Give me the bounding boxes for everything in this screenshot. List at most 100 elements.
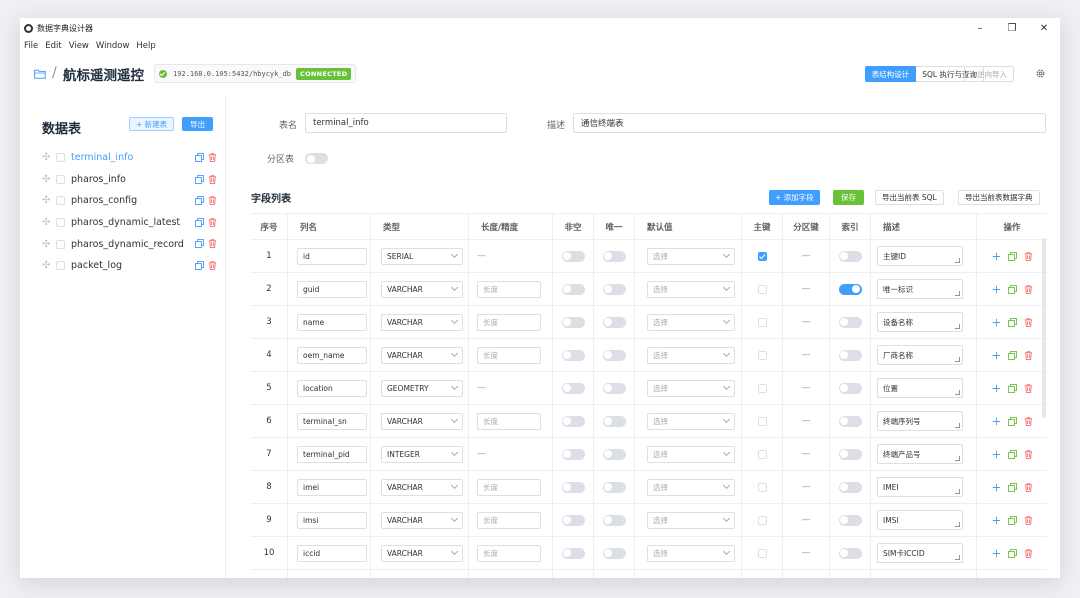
delete-icon[interactable] xyxy=(1024,284,1033,294)
drag-handle-icon[interactable]: ✣ xyxy=(42,195,56,206)
description-textarea[interactable]: 位置 xyxy=(877,378,963,398)
not-null-switch[interactable] xyxy=(561,283,585,295)
drag-handle-icon[interactable]: ✣ xyxy=(42,260,56,271)
default-select[interactable]: 选择 xyxy=(647,379,735,397)
type-select[interactable]: VARCHAR xyxy=(381,478,463,496)
unique-switch[interactable] xyxy=(602,349,626,361)
primary-key-checkbox[interactable] xyxy=(757,284,767,294)
copy-icon[interactable] xyxy=(1007,284,1017,294)
not-null-switch[interactable] xyxy=(561,514,585,526)
not-null-switch[interactable] xyxy=(561,250,585,262)
length-input[interactable]: 长度 xyxy=(477,346,541,364)
export-dictionary-button[interactable]: 导出当前表数据字典 xyxy=(958,190,1040,205)
copy-icon[interactable] xyxy=(1007,449,1017,459)
export-button[interactable]: 导出 xyxy=(182,117,213,131)
column-name-input[interactable]: iccid xyxy=(297,544,367,562)
unique-switch[interactable] xyxy=(602,547,626,559)
type-select[interactable]: VARCHAR xyxy=(381,511,463,529)
copy-icon[interactable] xyxy=(1007,383,1017,393)
length-input[interactable]: 长度 xyxy=(477,511,541,529)
index-switch[interactable] xyxy=(838,415,862,427)
not-null-switch[interactable] xyxy=(561,415,585,427)
type-select[interactable]: SERIAL xyxy=(381,247,463,265)
copy-icon[interactable] xyxy=(195,217,204,227)
copy-icon[interactable] xyxy=(195,196,204,206)
sidebar-item-pharos_info[interactable]: ✣ pharos_info xyxy=(42,169,220,191)
table-checkbox[interactable] xyxy=(56,261,65,271)
default-select[interactable]: 选择 xyxy=(647,313,735,331)
delete-icon[interactable] xyxy=(1024,350,1033,360)
copy-icon[interactable] xyxy=(1007,350,1017,360)
not-null-switch[interactable] xyxy=(561,481,585,493)
menu-view[interactable]: View xyxy=(69,41,89,51)
unique-switch[interactable] xyxy=(602,415,626,427)
delete-icon[interactable] xyxy=(208,174,217,184)
default-select[interactable]: 选择 xyxy=(647,544,735,562)
unique-switch[interactable] xyxy=(602,448,626,460)
description-textarea[interactable]: 设备名称 xyxy=(877,312,963,332)
description-textarea[interactable]: 终端序列号 xyxy=(877,411,963,431)
add-icon[interactable] xyxy=(992,549,1001,558)
type-select[interactable]: VARCHAR xyxy=(381,313,463,331)
delete-icon[interactable] xyxy=(1024,548,1033,558)
delete-icon[interactable] xyxy=(208,196,217,206)
add-icon[interactable] xyxy=(992,384,1001,393)
unique-switch[interactable] xyxy=(602,481,626,493)
delete-icon[interactable] xyxy=(1024,449,1033,459)
length-input[interactable]: 长度 xyxy=(477,280,541,298)
type-select[interactable]: VARCHAR xyxy=(381,280,463,298)
sidebar-item-packet_log[interactable]: ✣ packet_log xyxy=(42,255,220,277)
copy-icon[interactable] xyxy=(195,239,204,249)
partition-switch[interactable] xyxy=(305,153,328,164)
not-null-switch[interactable] xyxy=(561,316,585,328)
primary-key-checkbox[interactable] xyxy=(757,548,767,558)
menu-help[interactable]: Help xyxy=(136,41,155,51)
add-field-button[interactable]: + 添加字段 xyxy=(769,190,820,205)
minimize-button[interactable]: – xyxy=(964,18,996,38)
add-icon[interactable] xyxy=(992,417,1001,426)
save-button[interactable]: 保存 xyxy=(833,190,864,205)
primary-key-checkbox[interactable] xyxy=(757,515,767,525)
delete-icon[interactable] xyxy=(208,218,217,227)
export-sql-button[interactable]: 导出当前表 SQL xyxy=(875,190,944,205)
table-checkbox[interactable] xyxy=(56,218,65,228)
default-select[interactable]: 选择 xyxy=(647,412,735,430)
unique-switch[interactable] xyxy=(602,250,626,262)
description-textarea[interactable]: 唯一标识 xyxy=(877,279,963,299)
primary-key-checkbox[interactable] xyxy=(757,317,767,327)
add-icon[interactable] xyxy=(992,483,1001,492)
length-input[interactable]: 长度 xyxy=(477,478,541,496)
description-textarea[interactable]: IMSI xyxy=(877,510,963,530)
delete-icon[interactable] xyxy=(1024,317,1033,327)
index-switch[interactable] xyxy=(838,547,862,559)
column-name-input[interactable]: location xyxy=(297,379,367,397)
unique-switch[interactable] xyxy=(602,316,626,328)
sidebar-item-pharos_dynamic_record[interactable]: ✣ pharos_dynamic_record xyxy=(42,233,220,255)
delete-icon[interactable] xyxy=(1024,251,1033,261)
column-name-input[interactable]: terminal_sn xyxy=(297,412,367,430)
sidebar-item-terminal_info[interactable]: ✣ terminal_info xyxy=(42,147,220,169)
copy-icon[interactable] xyxy=(1007,548,1017,558)
primary-key-checkbox[interactable] xyxy=(757,350,767,360)
column-name-input[interactable]: oem_name xyxy=(297,346,367,364)
primary-key-checkbox[interactable] xyxy=(757,416,767,426)
default-select[interactable]: 选择 xyxy=(647,511,735,529)
table-checkbox[interactable] xyxy=(56,153,65,163)
delete-icon[interactable] xyxy=(1024,482,1033,492)
default-select[interactable]: 选择 xyxy=(647,346,735,364)
length-input[interactable]: 长度 xyxy=(477,412,541,430)
tab-table-design[interactable]: 表结构设计 xyxy=(864,66,917,82)
primary-key-checkbox[interactable] xyxy=(757,251,767,261)
add-icon[interactable] xyxy=(992,351,1001,360)
default-select[interactable]: 选择 xyxy=(647,247,735,265)
index-switch[interactable] xyxy=(838,316,862,328)
add-icon[interactable] xyxy=(992,318,1001,327)
description-input[interactable]: 通信终端表 xyxy=(573,113,1046,133)
description-textarea[interactable]: SIM卡ICCID xyxy=(877,543,963,563)
column-name-input[interactable]: name xyxy=(297,313,367,331)
copy-icon[interactable] xyxy=(1007,251,1017,261)
unique-switch[interactable] xyxy=(602,283,626,295)
drag-handle-icon[interactable]: ✣ xyxy=(42,217,56,228)
column-name-input[interactable]: imei xyxy=(297,478,367,496)
folder-icon[interactable] xyxy=(34,69,46,79)
